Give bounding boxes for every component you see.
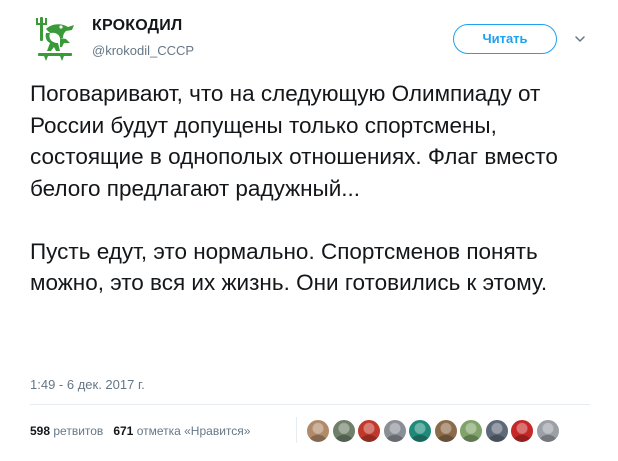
tweet-timestamp[interactable]: 1:49 - 6 дек. 2017 г. — [30, 377, 145, 392]
liker-avatar-7[interactable] — [459, 419, 483, 443]
retweets-label: ретвитов — [53, 424, 104, 438]
chevron-down-icon[interactable] — [574, 32, 586, 44]
follow-button[interactable]: Читать — [453, 24, 557, 54]
liker-avatar-1[interactable] — [306, 419, 330, 443]
tweet-stats: 598 ретвитов 671 отметка «Нравится» — [30, 424, 250, 438]
crocodile-logo-icon — [36, 17, 74, 61]
user-handle[interactable]: @krokodil_CCCP — [92, 43, 194, 58]
liker-avatar-4[interactable] — [382, 419, 407, 443]
likes-stat[interactable]: 671 отметка «Нравится» — [113, 424, 250, 438]
likes-label: отметка «Нравится» — [136, 424, 251, 438]
liker-avatar-5[interactable] — [408, 419, 432, 443]
liker-avatar-2[interactable] — [331, 419, 356, 443]
liker-avatar-6[interactable] — [433, 419, 458, 443]
liker-avatar-10[interactable] — [535, 419, 560, 443]
tweet-text: Поговаривают, что на следующую Олимпиаду… — [30, 78, 600, 299]
tweet-paragraph: Поговаривают, что на следующую Олимпиаду… — [30, 81, 558, 201]
retweets-count: 598 — [30, 424, 51, 438]
tweet-paragraph: Пусть едут, это нормально. Спортсменов п… — [30, 238, 548, 296]
liker-avatar-9[interactable] — [510, 419, 534, 443]
liker-avatar-8[interactable] — [484, 419, 509, 443]
liker-avatar-3[interactable] — [357, 419, 381, 443]
likes-count: 671 — [113, 424, 134, 438]
tweet-card: КРОКОДИЛ @krokodil_CCCP Читать Поговарив… — [0, 0, 618, 461]
divider — [30, 404, 590, 405]
crocodile-logo-avatar[interactable] — [30, 13, 80, 63]
display-name[interactable]: КРОКОДИЛ — [92, 17, 182, 35]
retweets-stat[interactable]: 598 ретвитов — [30, 424, 103, 438]
stats-divider — [296, 417, 297, 443]
